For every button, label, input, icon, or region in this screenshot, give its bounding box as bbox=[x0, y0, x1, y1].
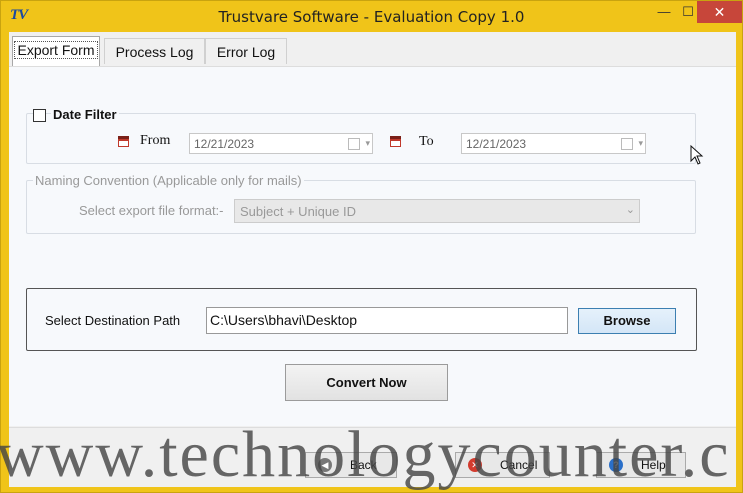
footer-bar: ◀ Back ✕ Cancel ? Help bbox=[9, 427, 736, 487]
tab-export-form-label: Export Form bbox=[14, 41, 98, 59]
destination-path-input[interactable]: C:\Users\bhavi\Desktop bbox=[206, 307, 568, 334]
cancel-button-label: Cancel bbox=[500, 458, 538, 472]
date-filter-checkbox[interactable] bbox=[33, 109, 46, 122]
export-form-panel: Date Filter From 12/21/2023 ▾ To 12/21/2… bbox=[9, 66, 736, 426]
help-button[interactable]: ? Help bbox=[596, 452, 686, 478]
date-filter-label: Date Filter bbox=[51, 107, 119, 122]
to-date-picker[interactable]: 12/21/2023 ▾ bbox=[461, 133, 646, 154]
from-calendar-icon bbox=[118, 136, 129, 147]
export-format-label: Select export file format:- bbox=[79, 203, 224, 218]
export-format-value: Subject + Unique ID bbox=[240, 204, 356, 219]
back-button[interactable]: ◀ Back bbox=[305, 452, 397, 478]
help-icon: ? bbox=[609, 458, 623, 472]
cancel-icon: ✕ bbox=[468, 458, 482, 472]
to-label: To bbox=[419, 134, 434, 149]
from-date-dropdown-icon[interactable]: ▾ bbox=[348, 136, 370, 151]
client-area: Export Form Process Log Error Log Date F… bbox=[9, 32, 736, 487]
cancel-button[interactable]: ✕ Cancel bbox=[455, 452, 550, 478]
export-format-select[interactable]: Subject + Unique ID ⌄ bbox=[234, 199, 640, 223]
tab-process-log-label: Process Log bbox=[115, 44, 194, 60]
from-date-value: 12/21/2023 bbox=[194, 137, 255, 151]
tab-strip: Export Form Process Log Error Log bbox=[9, 32, 736, 68]
back-button-label: Back bbox=[350, 458, 377, 472]
tab-error-log[interactable]: Error Log bbox=[205, 38, 287, 64]
back-arrow-icon: ◀ bbox=[318, 458, 332, 472]
destination-group: Select Destination Path C:\Users\bhavi\D… bbox=[26, 288, 697, 351]
app-window: TV Trustvare Software - Evaluation Copy … bbox=[0, 0, 743, 493]
naming-convention-legend: Naming Convention (Applicable only for m… bbox=[33, 173, 304, 188]
chevron-down-icon: ⌄ bbox=[625, 204, 635, 216]
window-title: Trustvare Software - Evaluation Copy 1.0 bbox=[218, 8, 525, 26]
to-date-dropdown-icon[interactable]: ▾ bbox=[621, 136, 643, 151]
title-bar[interactable]: TV Trustvare Software - Evaluation Copy … bbox=[1, 1, 742, 32]
to-date-value: 12/21/2023 bbox=[466, 137, 527, 151]
to-calendar-icon bbox=[390, 136, 401, 147]
tab-error-log-label: Error Log bbox=[216, 44, 276, 60]
help-button-label: Help bbox=[641, 458, 666, 472]
naming-convention-group: Naming Convention (Applicable only for m… bbox=[26, 173, 696, 234]
tab-process-log[interactable]: Process Log bbox=[104, 38, 205, 64]
convert-now-button[interactable]: Convert Now bbox=[285, 364, 448, 401]
close-button[interactable]: ✕ bbox=[697, 1, 742, 23]
browse-button[interactable]: Browse bbox=[578, 308, 676, 334]
from-label: From bbox=[140, 133, 171, 148]
from-date-picker[interactable]: 12/21/2023 ▾ bbox=[189, 133, 373, 154]
destination-label: Select Destination Path bbox=[45, 313, 181, 328]
date-filter-group: Date Filter From 12/21/2023 ▾ To 12/21/2… bbox=[26, 107, 696, 164]
tab-export-form[interactable]: Export Form bbox=[12, 36, 100, 66]
